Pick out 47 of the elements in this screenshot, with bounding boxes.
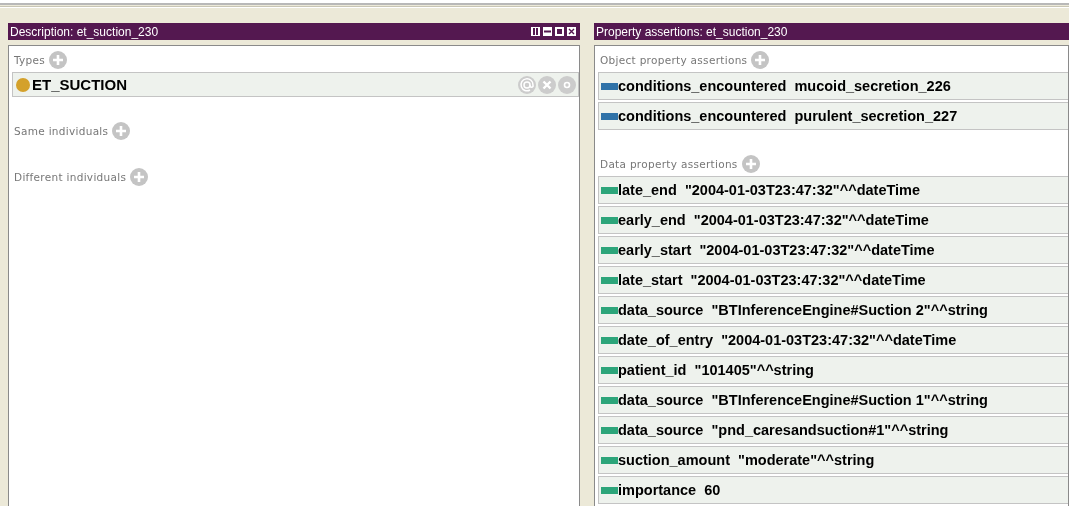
maximize-icon[interactable] [554, 26, 565, 37]
row-text: early_start "2004-01-03T23:47:32"^^dateTime [618, 242, 935, 258]
data-property-icon [601, 426, 618, 434]
info-icon[interactable] [558, 75, 576, 94]
row-text: conditions_encountered purulent_secretion_227 [618, 108, 958, 124]
panel-title: Property assertions: et_suction_230 [596, 24, 788, 39]
data-property-icon [601, 216, 618, 224]
add-icon[interactable] [130, 168, 149, 186]
data-property-icon [601, 276, 618, 284]
section-label: Object property assertions [600, 54, 748, 66]
row-text: late_start "2004-01-03T23:47:32"^^dateTime [618, 272, 926, 288]
row-text: conditions_encountered mucoid_secretion_226 [618, 78, 951, 94]
row-text: data_source "pnd_caresandsuction#1"^^string [618, 422, 949, 438]
section-label: Data property assertions [600, 158, 738, 170]
delete-icon[interactable] [538, 75, 556, 94]
row-text: importance 60 [618, 482, 721, 498]
data-property-icon [601, 186, 618, 194]
row-text: suction_amount "moderate"^^string [618, 452, 875, 468]
add-icon[interactable] [741, 155, 760, 173]
annotate-icon[interactable] [518, 75, 536, 94]
add-icon[interactable] [751, 51, 770, 69]
minimize-icon[interactable] [542, 26, 553, 37]
data-property-icon [601, 366, 618, 374]
class-dot-icon [15, 76, 31, 93]
row-text: data_source "BTInferenceEngine#Suction 1"^^string [618, 392, 988, 408]
row-text: ET_SUCTION [32, 76, 127, 93]
row-text: patient_id "101405"^^string [618, 362, 814, 378]
row-text: date_of_entry "2004-01-03T23:47:32"^^dateTime [618, 332, 957, 348]
section-label: Same individuals [14, 125, 109, 137]
object-property-icon [601, 112, 618, 120]
data-property-icon [601, 396, 618, 404]
data-property-icon [601, 246, 618, 254]
data-property-icon [601, 306, 618, 314]
data-property-icon [601, 456, 618, 464]
row-text: late_end "2004-01-03T23:47:32"^^dateTime [618, 182, 921, 198]
panel-title: Description: et_suction_230 [10, 24, 159, 39]
section-label: Different individuals [14, 171, 127, 183]
close-icon[interactable] [566, 26, 577, 37]
object-property-icon [601, 82, 618, 90]
data-property-icon [601, 336, 618, 344]
add-icon[interactable] [49, 51, 68, 69]
split-view-icon[interactable] [530, 26, 541, 37]
section-label: Types [14, 54, 46, 66]
row-text: data_source "BTInferenceEngine#Suction 2"^^string [618, 302, 988, 318]
row-text: early_end "2004-01-03T23:47:32"^^dateTime [618, 212, 929, 228]
add-icon[interactable] [112, 122, 131, 140]
data-property-icon [601, 486, 618, 494]
